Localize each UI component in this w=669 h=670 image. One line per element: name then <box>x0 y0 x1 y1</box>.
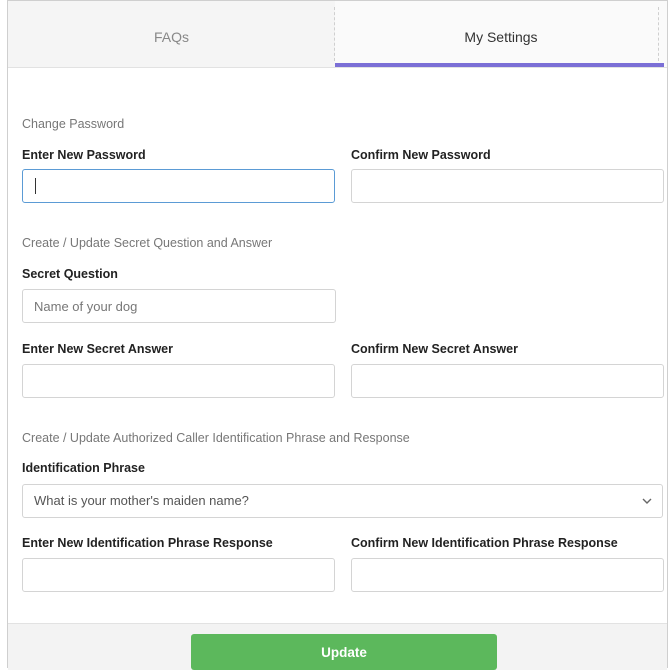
tab-faqs[interactable]: FAQs <box>8 1 335 67</box>
confirm-secret-answer-label: Confirm New Secret Answer <box>351 342 518 356</box>
confirm-phrase-response-input[interactable] <box>351 558 664 592</box>
caller-id-heading: Create / Update Authorized Caller Identi… <box>22 431 410 445</box>
form-footer: Update <box>8 623 667 670</box>
identification-phrase-value: What is your mother's maiden name? <box>34 493 249 508</box>
confirm-password-label: Confirm New Password <box>351 148 491 162</box>
secret-answer-input[interactable] <box>22 364 335 398</box>
confirm-phrase-response-label: Confirm New Identification Phrase Respon… <box>351 536 618 550</box>
secret-answer-label: Enter New Secret Answer <box>22 342 173 356</box>
tab-divider <box>658 7 659 61</box>
secret-question-input[interactable] <box>22 289 336 323</box>
text-cursor <box>35 178 36 194</box>
settings-panel: FAQs My Settings Change Password Enter N… <box>7 0 668 670</box>
confirm-password-input[interactable] <box>351 169 664 203</box>
phrase-response-label: Enter New Identification Phrase Response <box>22 536 273 550</box>
new-password-input[interactable] <box>22 169 335 203</box>
tab-bar: FAQs My Settings <box>8 1 667 68</box>
change-password-heading: Change Password <box>22 117 125 131</box>
new-password-label: Enter New Password <box>22 148 146 162</box>
secret-question-label: Secret Question <box>22 267 118 281</box>
confirm-secret-answer-input[interactable] <box>351 364 664 398</box>
chevron-down-icon <box>642 485 652 517</box>
active-tab-indicator <box>335 63 664 67</box>
secret-question-heading: Create / Update Secret Question and Answ… <box>22 236 273 250</box>
phrase-response-input[interactable] <box>22 558 335 592</box>
identification-phrase-label: Identification Phrase <box>22 461 145 475</box>
tab-my-settings[interactable]: My Settings <box>335 1 667 67</box>
update-button[interactable]: Update <box>191 634 497 670</box>
identification-phrase-select[interactable]: What is your mother's maiden name? <box>22 484 663 518</box>
